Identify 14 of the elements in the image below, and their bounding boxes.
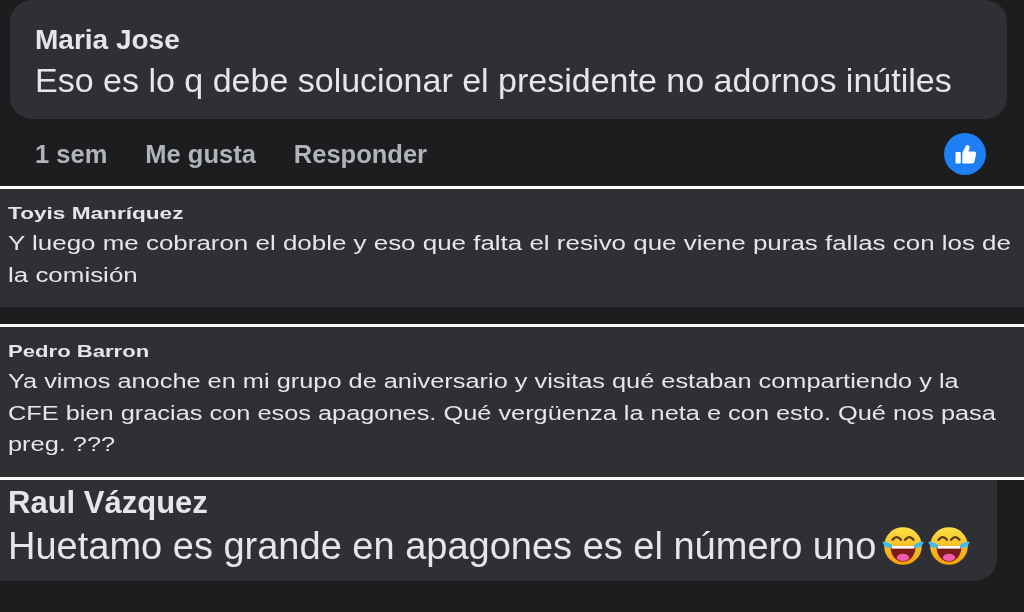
author-name[interactable]: Pedro Barron [8,341,996,363]
action-link[interactable]: Me gusta [145,138,256,170]
author-name[interactable]: Maria Jose [35,23,982,57]
thumbs-up-icon [944,133,986,175]
laughing-face-icon [880,525,927,567]
author-name[interactable]: Raul Vázquez [8,485,989,521]
comment-text: Eso es lo q debe solucionar el presidente no adornos inútiles [35,60,953,101]
comment-time: 1 sem [35,139,108,170]
comment-text: Ya vimos anoche en mi grupo de aniversario y visitas qué estaban compartiendo y la CFE bien gracias con esos apagones. Qué vergüenza la neta e con esto. Qué nos pasa preg. ??? [8,369,996,457]
comment-text: Y luego me cobraron el doble y eso que falta el resivo que viene puras fallas con los de la comisión [8,231,1012,288]
laughing-face-icon [926,525,973,567]
action-link[interactable]: Responder [293,138,428,170]
author-name[interactable]: Toyis Manríquez [8,203,1019,225]
comment-text: Huetamo es grande en apagones es el número uno [8,524,877,569]
